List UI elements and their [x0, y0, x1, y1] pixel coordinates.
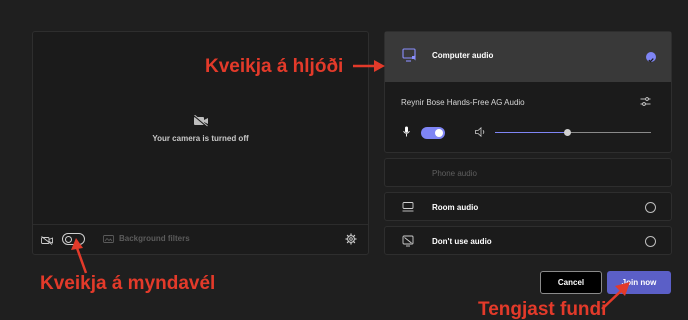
- audio-annotation-label: Kveikja á hljóði: [205, 56, 344, 77]
- gear-icon[interactable]: [345, 233, 357, 245]
- no-audio-option[interactable]: Don't use audio: [384, 226, 672, 255]
- checkmark-icon: [646, 52, 656, 63]
- phone-audio-label: Phone audio: [432, 169, 477, 178]
- join-annotation-arrow: [601, 282, 630, 310]
- join-annotation-label: Tengjast fundi: [478, 299, 607, 320]
- audio-device-name[interactable]: Reynir Bose Hands-Free AG Audio: [401, 98, 525, 107]
- room-audio-option[interactable]: Room audio: [384, 192, 672, 221]
- no-audio-icon: [402, 235, 414, 247]
- room-audio-radio[interactable]: [645, 202, 656, 213]
- volume-slider-fill: [495, 132, 567, 133]
- microphone-icon: [403, 126, 410, 137]
- microphone-toggle[interactable]: [421, 127, 445, 139]
- camera-off-icon: [193, 115, 208, 127]
- phone-audio-option[interactable]: Phone audio: [384, 158, 672, 187]
- computer-audio-header[interactable]: Computer audio: [385, 32, 671, 82]
- camera-annotation-label: Kveikja á myndavél: [40, 273, 216, 294]
- no-audio-radio[interactable]: [645, 236, 656, 247]
- volume-slider-thumb[interactable]: [564, 129, 571, 136]
- background-filters-icon: [103, 235, 114, 243]
- camera-off-message: Your camera is turned off: [152, 134, 249, 143]
- device-settings-icon[interactable]: [640, 96, 651, 107]
- camera-off-icon: [41, 236, 53, 245]
- background-filters-button[interactable]: Background filters: [119, 234, 190, 243]
- microphone-toggle-knob: [435, 129, 443, 137]
- room-audio-label: Room audio: [432, 203, 479, 212]
- computer-audio-label: Computer audio: [432, 51, 494, 60]
- audio-annotation-arrow: [353, 60, 385, 72]
- camera-annotation-arrow: [71, 238, 88, 274]
- computer-audio-option[interactable]: Computer audio Reynir Bose Hands-Free AG…: [384, 31, 672, 153]
- no-audio-label: Don't use audio: [432, 237, 492, 246]
- computer-audio-icon: [402, 48, 416, 62]
- room-audio-icon: [402, 202, 414, 212]
- cancel-button[interactable]: Cancel: [540, 271, 602, 294]
- speaker-icon: [475, 127, 485, 137]
